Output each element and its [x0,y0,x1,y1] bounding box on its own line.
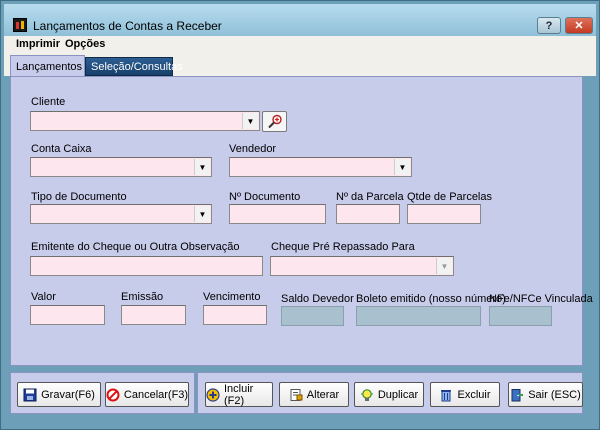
chevron-down-icon[interactable]: ▼ [194,159,210,175]
save-button[interactable]: Gravar(F6) [17,382,101,407]
chevron-down-icon[interactable]: ▼ [394,159,410,175]
vendedor-label: Vendedor [229,143,277,155]
nfe-field [489,306,552,326]
cheque-repassado-label: Cheque Pré Repassado Para [271,241,415,253]
num-documento-field[interactable] [229,204,326,224]
vencimento-field[interactable] [203,305,267,325]
menu-opcoes[interactable]: Opções [65,38,105,50]
add-icon [206,387,220,402]
cancel-button-label: Cancelar(F3) [123,388,189,401]
cliente-label: Cliente [31,96,66,108]
duplicate-button[interactable]: Duplicar [354,382,424,407]
trash-icon [441,389,452,401]
chevron-down-icon[interactable]: ▼ [436,258,452,274]
close-button[interactable]: ✕ [565,17,593,34]
app-window: Lançamentos de Contas a Receber ? ✕ Impr… [0,0,600,430]
emissao-field[interactable] [121,305,186,325]
edit-button-label: Alterar [306,388,340,401]
tipo-documento-label: Tipo de Documento [31,191,127,203]
emitente-field[interactable] [30,256,263,276]
cheque-repassado-select[interactable]: ▼ [270,256,454,276]
saldo-devedor-field [281,306,344,326]
vendedor-select[interactable]: ▼ [229,157,412,177]
exit-door-icon [511,388,524,401]
num-documento-label: Nº Documento [229,191,301,203]
exit-button[interactable]: Sair (ESC) [508,382,583,407]
emitente-label: Emitente do Cheque ou Outra Observação [31,241,240,253]
delete-button-label: Excluir [457,388,491,401]
cliente-select[interactable]: ▼ [30,111,260,131]
tipo-documento-select[interactable]: ▼ [30,204,212,224]
exit-button-label: Sair (ESC) [528,388,581,401]
search-client-button[interactable] [262,111,287,132]
tab-selecao-consultas[interactable]: Seleção/Consultas [85,57,183,76]
vencimento-label: Vencimento [203,291,261,303]
add-button[interactable]: Incluir (F2) [205,382,273,407]
num-parcela-field[interactable] [336,204,400,224]
menu-imprimir[interactable]: Imprimir [16,38,60,50]
chevron-down-icon[interactable]: ▼ [242,113,258,129]
tab-strip: Lançamentos Seleção/Consultas [4,53,596,77]
floppy-disk-icon [23,388,37,401]
emissao-label: Emissão [121,291,164,303]
saldo-devedor-label: Saldo Devedor [281,293,354,305]
lightbulb-icon [360,388,373,401]
search-plus-icon [267,114,282,129]
valor-label: Valor [31,291,56,303]
title-bar: Lançamentos de Contas a Receber ? ✕ [4,4,596,36]
qtde-parcelas-label: Qtde de Parcelas [407,191,492,203]
conta-caixa-label: Conta Caixa [31,143,92,155]
boleto-label: Boleto emitido (nosso número) [356,293,506,305]
cancel-button[interactable]: Cancelar(F3) [105,382,189,407]
delete-button[interactable]: Excluir [430,382,500,407]
num-parcela-label: Nº da Parcela [336,191,404,203]
valor-field[interactable] [30,305,105,325]
duplicate-button-label: Duplicar [377,388,419,401]
edit-document-icon [290,388,303,401]
cancel-icon [106,388,120,401]
window-title: Lançamentos de Contas a Receber [33,19,222,33]
tab-lancamentos[interactable]: Lançamentos [10,55,85,77]
boleto-field [356,306,481,326]
app-icon [13,18,27,32]
edit-button[interactable]: Alterar [279,382,349,407]
chevron-down-icon[interactable]: ▼ [194,206,210,222]
menu-bar: Imprimir Opções [4,36,596,53]
help-button[interactable]: ? [537,17,561,34]
nfe-label: NFe/NFCe Vinculada [489,293,593,305]
conta-caixa-select[interactable]: ▼ [30,157,212,177]
add-button-label: Incluir (F2) [224,382,254,407]
qtde-parcelas-field[interactable] [407,204,481,224]
save-button-label: Gravar(F6) [41,388,95,401]
